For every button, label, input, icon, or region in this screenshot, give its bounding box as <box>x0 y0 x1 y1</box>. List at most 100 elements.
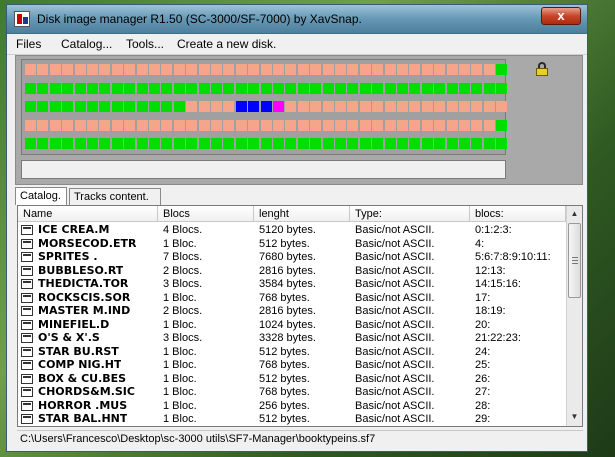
block-free[interactable] <box>471 64 483 75</box>
block-used[interactable] <box>459 82 470 94</box>
block-used[interactable] <box>37 138 49 149</box>
block-free[interactable] <box>347 101 359 112</box>
block-free[interactable] <box>99 64 111 75</box>
table-row[interactable]: STAR BAL.HNT 1 Bloc. 512 bytes. Basic/not A… <box>18 412 566 426</box>
block-used[interactable] <box>74 138 86 149</box>
block-free[interactable] <box>384 101 396 112</box>
block-used[interactable] <box>62 138 74 149</box>
block-used[interactable] <box>37 82 49 94</box>
block-used[interactable] <box>136 138 148 149</box>
block-used[interactable] <box>136 82 148 94</box>
scroll-down-icon[interactable]: ▼ <box>567 409 582 425</box>
block-used[interactable] <box>347 82 359 94</box>
block-used[interactable] <box>434 82 446 94</box>
block-free[interactable] <box>347 64 359 75</box>
table-row[interactable]: ROCKSCIS.SOR 1 Bloc. 768 bytes. Basic/not A… <box>18 291 566 305</box>
block-used[interactable] <box>87 101 98 112</box>
block-free[interactable] <box>496 101 508 112</box>
menu-catalog[interactable]: Catalog... <box>61 37 112 51</box>
block-free[interactable] <box>285 101 297 112</box>
col-header-type[interactable]: Type: <box>350 206 470 222</box>
block-free[interactable] <box>62 64 74 75</box>
block-free[interactable] <box>297 101 309 112</box>
table-row[interactable]: MORSECOD.ETR 1 Bloc. 512 bytes. Basic/not A… <box>18 237 566 251</box>
block-used[interactable] <box>297 138 309 149</box>
block-free[interactable] <box>198 101 210 112</box>
block-free[interactable] <box>198 119 210 131</box>
menu-files[interactable]: Files <box>16 37 41 51</box>
block-free[interactable] <box>74 64 86 75</box>
block-free[interactable] <box>136 64 148 75</box>
block-free[interactable] <box>186 101 198 112</box>
table-row[interactable]: SPRITES . 7 Blocs. 7680 bytes. Basic/not AS… <box>18 250 566 264</box>
block-free[interactable] <box>384 64 396 75</box>
scroll-up-icon[interactable]: ▲ <box>567 206 582 222</box>
block-free[interactable] <box>310 101 322 112</box>
block-used[interactable] <box>496 138 508 149</box>
table-row[interactable]: BOX & CU.BES 1 Bloc. 512 bytes. Basic/not A… <box>18 372 566 386</box>
block-free[interactable] <box>359 64 371 75</box>
block-free[interactable] <box>434 101 446 112</box>
block-used[interactable] <box>198 138 210 149</box>
block-used[interactable] <box>273 138 284 149</box>
block-used[interactable] <box>111 138 123 149</box>
block-used[interactable] <box>434 138 446 149</box>
block-free[interactable] <box>372 119 384 131</box>
block-free[interactable] <box>421 119 433 131</box>
block-used[interactable] <box>25 82 36 94</box>
block-used[interactable] <box>446 138 458 149</box>
block-used[interactable] <box>273 82 284 94</box>
block-free[interactable] <box>186 119 198 131</box>
block-used[interactable] <box>149 82 160 94</box>
title-bar[interactable]: Disk image manager R1.50 (SC-3000/SF-700… <box>7 5 587 34</box>
block-free[interactable] <box>322 101 334 112</box>
block-free[interactable] <box>49 64 61 75</box>
block-free[interactable] <box>459 119 470 131</box>
block-free[interactable] <box>211 119 222 131</box>
block-used[interactable] <box>87 82 98 94</box>
block-used[interactable] <box>421 82 433 94</box>
block-used[interactable] <box>62 82 74 94</box>
menu-create-disk[interactable]: Create a new disk. <box>177 37 276 51</box>
catalog-list[interactable]: Name Blocs lenght Type: blocs: ICE CREA.… <box>17 205 583 427</box>
table-row[interactable]: ICE CREA.M 4 Blocs. 5120 bytes. Basic/not A… <box>18 223 566 237</box>
block-used[interactable] <box>136 101 148 112</box>
block-free[interactable] <box>223 64 235 75</box>
block-free[interactable] <box>124 64 136 75</box>
block-used[interactable] <box>235 138 247 149</box>
block-free[interactable] <box>471 119 483 131</box>
block-used[interactable] <box>372 82 384 94</box>
block-free[interactable] <box>335 101 346 112</box>
block-free[interactable] <box>483 101 495 112</box>
block-selected[interactable] <box>248 101 260 112</box>
block-free[interactable] <box>297 119 309 131</box>
block-used[interactable] <box>335 82 346 94</box>
tab-catalog[interactable]: Catalog. <box>15 187 67 205</box>
block-free[interactable] <box>446 64 458 75</box>
block-free[interactable] <box>471 101 483 112</box>
block-free[interactable] <box>248 119 260 131</box>
block-used[interactable] <box>397 82 408 94</box>
block-free[interactable] <box>161 119 173 131</box>
block-free[interactable] <box>223 101 235 112</box>
block-free[interactable] <box>186 64 198 75</box>
block-free[interactable] <box>434 64 446 75</box>
app-icon[interactable] <box>14 11 30 27</box>
block-free[interactable] <box>273 119 284 131</box>
block-free[interactable] <box>173 64 185 75</box>
block-used[interactable] <box>384 138 396 149</box>
block-free[interactable] <box>397 64 408 75</box>
block-used[interactable] <box>99 82 111 94</box>
table-row[interactable]: HORROR .MUS 1 Bloc. 256 bytes. Basic/not AS… <box>18 399 566 413</box>
block-free[interactable] <box>421 64 433 75</box>
block-used[interactable] <box>74 101 86 112</box>
block-free[interactable] <box>223 119 235 131</box>
block-free[interactable] <box>211 64 222 75</box>
block-used[interactable] <box>49 82 61 94</box>
block-used[interactable] <box>285 138 297 149</box>
block-used[interactable] <box>285 82 297 94</box>
block-free[interactable] <box>372 101 384 112</box>
block-free[interactable] <box>322 64 334 75</box>
block-used[interactable] <box>149 138 160 149</box>
col-header-blocs-list[interactable]: blocs: <box>470 206 566 222</box>
